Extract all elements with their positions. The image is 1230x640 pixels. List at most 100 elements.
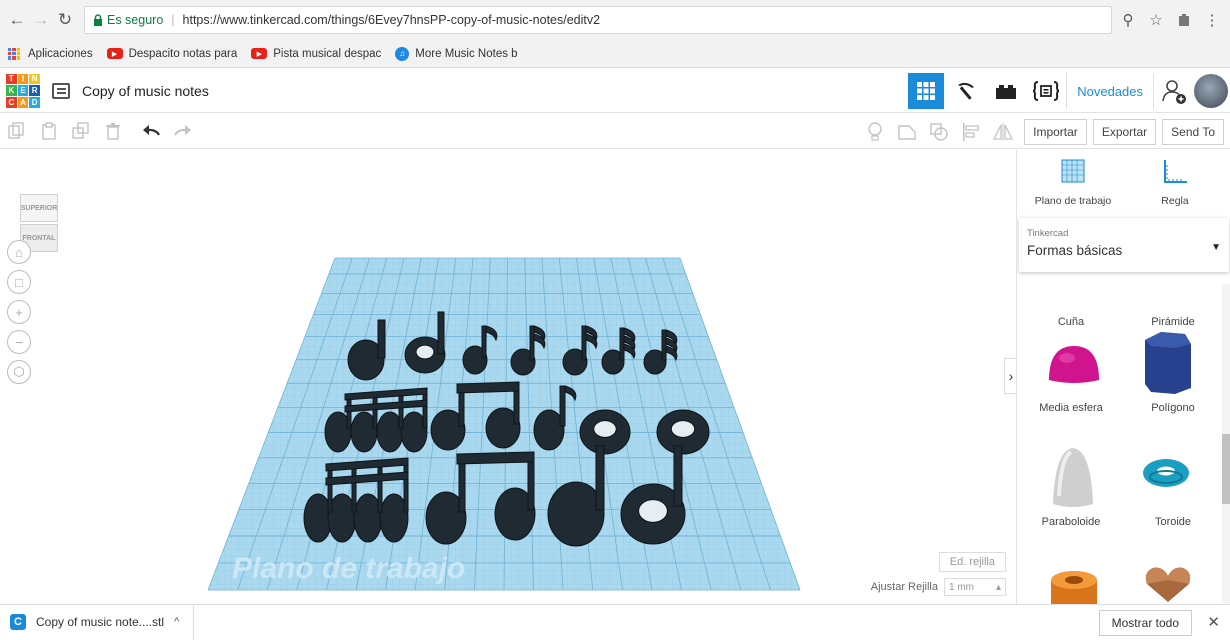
home-view-icon[interactable]: ⌂ bbox=[7, 240, 31, 264]
viewcube-top-face[interactable]: SUPERIOR bbox=[20, 194, 58, 222]
ruler-tool[interactable]: Regla bbox=[1125, 158, 1225, 207]
workplane-scene[interactable]: Plano de trabajo bbox=[0, 150, 1016, 604]
mirror-icon[interactable] bbox=[988, 117, 1018, 147]
user-avatar[interactable] bbox=[1194, 74, 1228, 108]
note-part[interactable] bbox=[638, 499, 668, 523]
show-all-downloads-button[interactable]: Mostrar todo bbox=[1098, 610, 1192, 636]
note-part[interactable] bbox=[351, 467, 357, 513]
header-actions: Novedades bbox=[906, 69, 1230, 113]
note-part[interactable] bbox=[581, 325, 587, 361]
note-part[interactable] bbox=[527, 455, 535, 511]
snap-grid-select[interactable]: 1 mm ▴ bbox=[944, 578, 1006, 596]
perspective-icon[interactable]: ⬡ bbox=[7, 360, 31, 384]
note-part[interactable] bbox=[398, 393, 404, 429]
star-icon[interactable]: ☆ bbox=[1144, 8, 1168, 32]
note-part[interactable] bbox=[377, 465, 383, 513]
shape-label-piramide[interactable]: Pirámide bbox=[1123, 316, 1223, 328]
pickaxe-icon bbox=[958, 82, 975, 100]
shape-heart[interactable] bbox=[1143, 566, 1193, 604]
note-part[interactable] bbox=[593, 420, 617, 438]
minecraft-pickaxe-button[interactable] bbox=[948, 73, 984, 109]
url-text[interactable]: https://www.tinkercad.com/things/6Evey7h… bbox=[183, 13, 601, 27]
note-part[interactable] bbox=[513, 385, 520, 425]
note-part[interactable] bbox=[437, 311, 445, 355]
duplicate-icon[interactable] bbox=[66, 116, 96, 146]
note-part[interactable] bbox=[481, 325, 487, 359]
note-part[interactable] bbox=[458, 457, 466, 513]
zoom-out-icon[interactable]: − bbox=[7, 330, 31, 354]
shape-label-toroide[interactable]: Toroide bbox=[1123, 516, 1223, 528]
send-to-button[interactable]: Send To bbox=[1162, 119, 1224, 145]
shape-tube[interactable] bbox=[1049, 570, 1099, 604]
note-part[interactable] bbox=[661, 329, 667, 361]
shape-label-media-esfera[interactable]: Media esfera bbox=[1021, 402, 1121, 414]
youtube-icon: ▶ bbox=[251, 48, 268, 59]
chevron-up-icon[interactable]: ^ bbox=[174, 616, 179, 628]
note-part[interactable] bbox=[372, 395, 378, 429]
note-part[interactable] bbox=[327, 469, 333, 513]
shape-label-paraboloide[interactable]: Paraboloide bbox=[1021, 516, 1121, 528]
shapes-scrollbar-thumb[interactable] bbox=[1222, 434, 1230, 504]
download-item[interactable]: C Copy of music note....stl ^ bbox=[0, 604, 195, 640]
redo-icon[interactable] bbox=[168, 116, 198, 146]
zoom-in-icon[interactable]: + bbox=[7, 300, 31, 324]
note-part[interactable] bbox=[422, 393, 428, 429]
3d-design-view-button[interactable] bbox=[908, 73, 945, 109]
design-list-icon[interactable] bbox=[52, 82, 70, 99]
3d-workspace[interactable]: Plano de trabajo SUPERIOR FRONTAL ⌂ □ + … bbox=[0, 150, 1016, 604]
back-arrow-icon[interactable]: ← bbox=[6, 9, 28, 31]
note-part[interactable] bbox=[559, 385, 566, 427]
note-part[interactable] bbox=[670, 420, 696, 438]
bookmark-more-music-notes[interactable]: ♫ More Music Notes b bbox=[395, 46, 518, 61]
group-icon[interactable] bbox=[892, 117, 922, 147]
note-part[interactable] bbox=[456, 381, 520, 394]
forward-arrow-icon[interactable]: → bbox=[30, 9, 52, 31]
bookmark-despacito-notas[interactable]: ▶ Despacito notas para bbox=[106, 48, 237, 60]
note-part[interactable] bbox=[456, 451, 535, 465]
notes-bulb-icon[interactable] bbox=[860, 117, 890, 147]
note-part[interactable] bbox=[403, 463, 409, 513]
bookmark-pista-musical[interactable]: ▶ Pista musical despac bbox=[251, 48, 381, 60]
close-icon[interactable]: ✕ bbox=[1207, 613, 1220, 631]
note-part[interactable] bbox=[673, 445, 683, 507]
paste-icon[interactable] bbox=[34, 116, 64, 146]
tinkercad-logo[interactable]: TIN KER CAD bbox=[6, 73, 40, 108]
reload-icon[interactable]: ↻ bbox=[54, 9, 76, 31]
shape-paraboloid[interactable] bbox=[1049, 446, 1097, 513]
shape-label-poligono[interactable]: Polígono bbox=[1123, 402, 1223, 414]
url-bar[interactable]: Es seguro | https://www.tinkercad.com/th… bbox=[84, 6, 1112, 34]
grid-icon bbox=[917, 82, 936, 100]
codeblocks-button[interactable] bbox=[1028, 73, 1064, 109]
import-button[interactable]: Importar bbox=[1024, 119, 1087, 145]
extension-icon[interactable] bbox=[1172, 8, 1196, 32]
note-part[interactable] bbox=[529, 325, 535, 361]
fit-view-icon[interactable]: □ bbox=[7, 270, 31, 294]
align-icon[interactable] bbox=[956, 117, 986, 147]
apps-grid-icon bbox=[8, 47, 20, 60]
menu-kebab-icon[interactable]: ⋮ bbox=[1200, 8, 1224, 32]
note-part[interactable] bbox=[619, 327, 625, 361]
design-title[interactable]: Copy of music notes bbox=[82, 83, 209, 99]
export-button[interactable]: Exportar bbox=[1092, 119, 1157, 145]
shape-polygon[interactable] bbox=[1141, 330, 1195, 399]
caret-icon: ▴ bbox=[995, 581, 1001, 593]
edit-grid-button[interactable]: Ed. rejilla bbox=[938, 552, 1006, 572]
ungroup-icon[interactable] bbox=[924, 117, 954, 147]
undo-icon[interactable] bbox=[136, 116, 166, 146]
lego-bricks-button[interactable] bbox=[988, 73, 1024, 109]
bookmark-apps[interactable]: Aplicaciones bbox=[8, 47, 93, 60]
novedades-link[interactable]: Novedades bbox=[1066, 73, 1154, 109]
note-part[interactable] bbox=[415, 344, 435, 360]
shape-torus[interactable] bbox=[1141, 456, 1191, 493]
trash-icon[interactable] bbox=[98, 116, 128, 146]
shape-label-cuna[interactable]: Cuña bbox=[1021, 316, 1121, 328]
zoom-icon[interactable]: ⚲ bbox=[1116, 8, 1140, 32]
shapes-library-select[interactable]: Tinkercad Formas básicas ▼ bbox=[1019, 218, 1229, 272]
workplane-tool[interactable]: Plano de trabajo bbox=[1023, 158, 1123, 207]
note-part[interactable] bbox=[595, 445, 605, 511]
copy-icon[interactable] bbox=[2, 116, 32, 146]
add-user-button[interactable] bbox=[1156, 73, 1192, 109]
secure-indicator[interactable]: Es seguro bbox=[93, 13, 163, 27]
shape-half-sphere[interactable] bbox=[1047, 340, 1101, 387]
note-part[interactable] bbox=[377, 319, 386, 359]
